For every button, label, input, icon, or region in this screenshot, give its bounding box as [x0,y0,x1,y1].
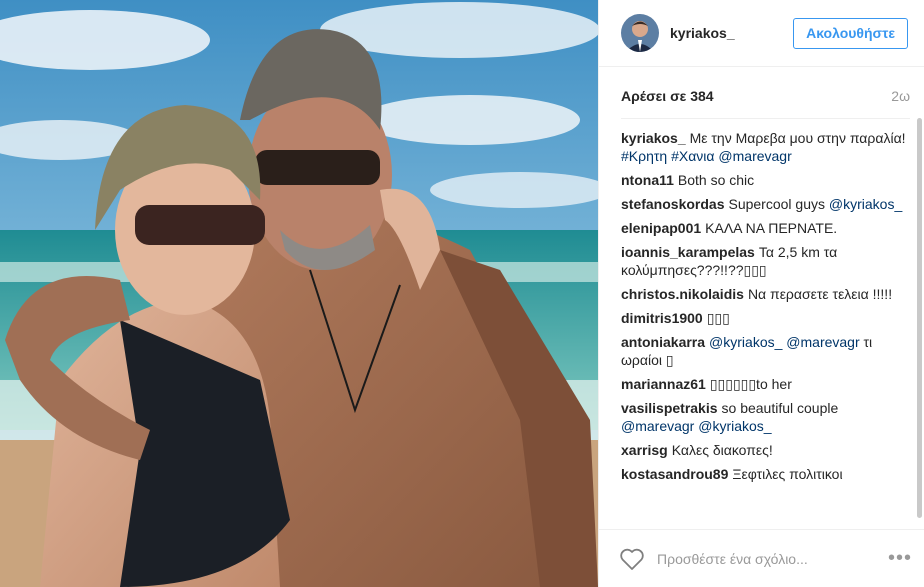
comment-item: kostasandrou89 Ξεφτιλες πολιτικοι [621,465,910,483]
comment-tag-link[interactable]: @kyriakos_ [698,418,771,434]
comment-username[interactable]: ioannis_karampelas [621,244,755,260]
instagram-post-modal: kyriakos_ Ακολουθήστε Αρέσει σε 384 2ω k… [0,0,924,587]
comment-text: Καλες διακοπες! [671,442,773,458]
post-header: kyriakos_ Ακολουθήστε [599,0,924,67]
comment-tag-link[interactable]: @marevagr [621,418,694,434]
comment-username[interactable]: mariannaz61 [621,376,706,392]
likes-count[interactable]: Αρέσει σε 384 [621,88,714,104]
post-time[interactable]: 2ω [891,88,910,104]
heart-outline-icon[interactable] [619,547,645,571]
comment-username[interactable]: dimitris1900 [621,310,703,326]
comment-username[interactable]: ntona11 [621,172,674,188]
scrollbar-thumb[interactable] [917,118,922,518]
avatar[interactable] [621,14,659,52]
comment-text: Both so chic [677,172,755,188]
comment-username[interactable]: kostasandrou89 [621,466,728,482]
comment-item: ioannis_karampelas Τα 2,5 km τα κολύμπησε… [621,243,910,279]
comment-text: Supercool guys [728,196,829,212]
more-options-icon[interactable]: ••• [888,547,912,570]
beach-photo-image [0,0,598,587]
post-username[interactable]: kyriakos_ [670,25,793,41]
comment-item: ntona11 Both so chic [621,171,910,189]
comment-tag-link[interactable]: @kyriakos_ [709,334,782,350]
comment-item: christos.nikolaidis Να περασετε τελεια !!… [621,285,910,303]
add-comment-bar: ••• [599,529,924,587]
comment-username[interactable]: elenipap001 [621,220,701,236]
follow-button[interactable]: Ακολουθήστε [793,17,908,49]
comment-item: mariannaz61 ▯▯▯▯▯▯to her [621,375,910,393]
comment-item: antoniakarra @kyriakos_ @marevagr τι ωραί… [621,333,910,369]
comment-text: Με την Μαρεβα μου στην παραλία! [689,130,906,146]
profile-photo-icon [621,14,659,52]
comment-username[interactable]: antoniakarra [621,334,705,350]
comment-item: xarrisg Καλες διακοπες! [621,441,910,459]
comment-item: stefanoskordas Supercool guys @kyriakos_ [621,195,910,213]
comment-username[interactable]: vasilispetrakis [621,400,718,416]
comment-username[interactable]: xarrisg [621,442,668,458]
comment-text: so beautiful couple [721,400,839,416]
comment-item: vasilispetrakis so beautiful couple @mare… [621,399,910,435]
comment-tag-link[interactable]: @marevagr [718,148,791,164]
comment-tag-link[interactable]: #Χανια [671,148,714,164]
comment-text: ▯▯▯ [706,310,730,326]
comment-username[interactable]: stefanoskordas [621,196,724,212]
comment-tag-link[interactable]: @marevagr [786,334,859,350]
comment-text: ΚΑΛΑ ΝΑ ΠΕΡΝΑΤΕ. [705,220,838,236]
comment-tag-link[interactable]: #Κρητη [621,148,667,164]
comment-item: kyriakos_ Με την Μαρεβα μου στην παραλία!… [621,129,910,165]
add-comment-input[interactable] [657,550,888,567]
post-photo[interactable] [0,0,598,587]
comment-text: ▯▯▯▯▯▯to her [709,376,792,392]
likes-row: Αρέσει σε 384 2ω [621,88,910,104]
comment-tag-link[interactable]: @kyriakos_ [829,196,902,212]
comment-item: elenipap001 ΚΑΛΑ ΝΑ ΠΕΡΝΑΤΕ. [621,219,910,237]
post-sidebar: kyriakos_ Ακολουθήστε Αρέσει σε 384 2ω k… [598,0,924,587]
comments-list[interactable]: kyriakos_ Με την Μαρεβα μου στην παραλία!… [621,118,910,528]
comment-username[interactable]: christos.nikolaidis [621,286,744,302]
comments-scrollbar[interactable] [917,118,922,528]
comment-text: Να περασετε τελεια !!!!! [747,286,893,302]
comment-text: Ξεφτιλες πολιτικοι [732,466,843,482]
comment-username[interactable]: kyriakos_ [621,130,686,146]
comment-item: dimitris1900 ▯▯▯ [621,309,910,327]
